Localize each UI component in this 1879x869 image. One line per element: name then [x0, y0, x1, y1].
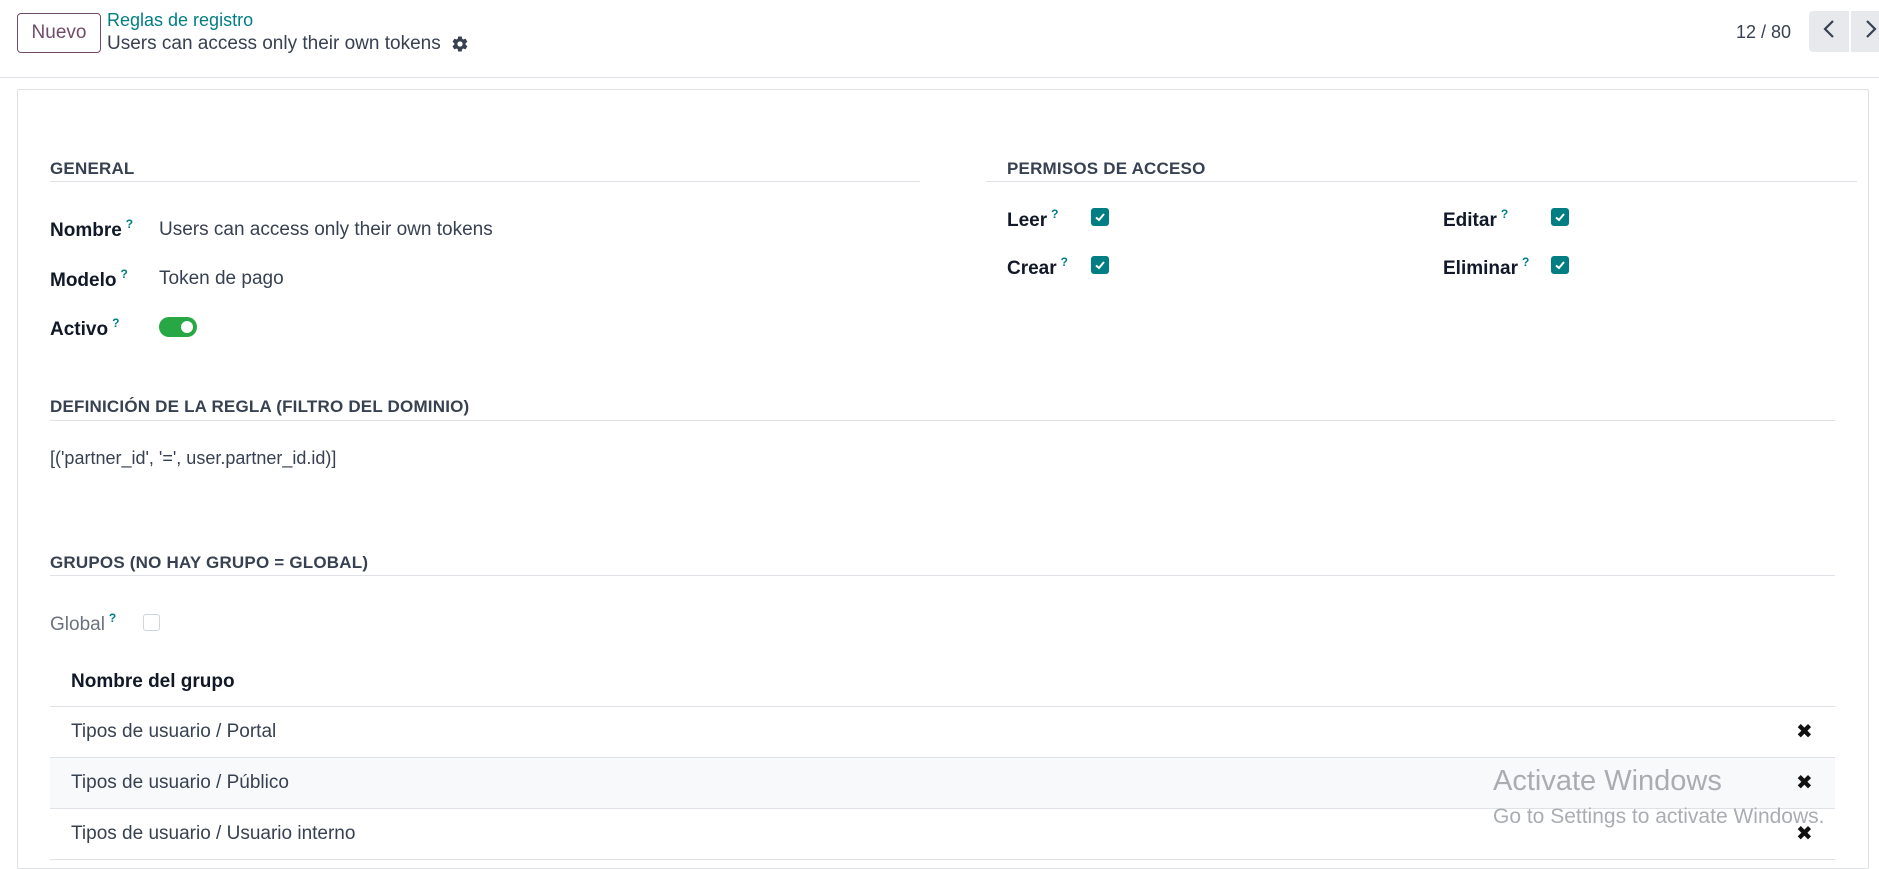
watermark-subtitle: Go to Settings to activate Windows.: [1493, 805, 1825, 828]
check-icon: [1095, 261, 1105, 270]
domain-field[interactable]: [('partner_id', '=', user.partner_id.id)…: [50, 448, 336, 469]
write-label: Editar?: [1443, 207, 1509, 231]
create-label: Crear?: [1007, 255, 1068, 279]
name-field[interactable]: Users can access only their own tokens: [159, 219, 493, 241]
read-label: Leer?: [1007, 207, 1059, 231]
help-icon[interactable]: ?: [121, 267, 128, 281]
pager-previous-button[interactable]: [1809, 11, 1849, 52]
pager-next-button[interactable]: [1851, 11, 1879, 52]
help-icon[interactable]: ?: [1501, 207, 1508, 221]
model-label: Modelo?: [50, 267, 128, 291]
table-row[interactable]: Tipos de usuario / Portal ✖: [50, 707, 1835, 758]
chevron-left-icon: [1822, 19, 1836, 44]
column-group-name[interactable]: Nombre del grupo: [71, 671, 235, 693]
section-rule-title: DEFINICIÓN DE LA REGLA (FILTRO DEL DOMIN…: [50, 397, 470, 416]
model-field[interactable]: Token de pago: [159, 268, 284, 290]
section-access-title: PERMISOS DE ACCESO: [1007, 159, 1206, 178]
create-checkbox[interactable]: [1091, 256, 1109, 274]
global-checkbox: [143, 614, 160, 631]
check-icon: [1095, 213, 1105, 222]
active-toggle[interactable]: [159, 317, 197, 337]
section-general-title: GENERAL: [50, 159, 135, 178]
help-icon[interactable]: ?: [1051, 207, 1058, 221]
unlink-label: Eliminar?: [1443, 255, 1530, 279]
group-name-cell: Tipos de usuario / Público: [71, 772, 289, 793]
name-label: Nombre?: [50, 217, 134, 241]
help-icon[interactable]: ?: [112, 316, 119, 330]
help-icon[interactable]: ?: [1522, 255, 1529, 269]
record-title: Users can access only their own tokens: [107, 33, 441, 54]
breadcrumb-current: Users can access only their own tokens: [107, 33, 469, 55]
help-icon[interactable]: ?: [109, 611, 116, 625]
help-icon[interactable]: ?: [1061, 255, 1068, 269]
section-general-divider: [50, 181, 920, 182]
section-groups-divider: [50, 575, 1835, 576]
check-icon: [1555, 213, 1565, 222]
group-name-cell: Tipos de usuario / Portal: [71, 721, 277, 742]
pager-value[interactable]: 12 / 80: [1736, 22, 1791, 43]
section-rule-divider: [50, 420, 1835, 421]
breadcrumb-parent-link[interactable]: Reglas de registro: [107, 10, 253, 31]
delete-icon[interactable]: ✖: [1796, 773, 1813, 793]
watermark-title: Activate Windows: [1493, 765, 1722, 797]
chevron-right-icon: [1864, 19, 1878, 44]
new-button[interactable]: Nuevo: [17, 13, 101, 53]
toggle-knob: [181, 321, 193, 333]
delete-icon[interactable]: ✖: [1796, 722, 1813, 742]
write-checkbox[interactable]: [1551, 208, 1569, 226]
gear-icon[interactable]: [451, 35, 469, 53]
help-icon[interactable]: ?: [126, 217, 133, 231]
section-groups-title: GRUPOS (NO HAY GRUPO = GLOBAL): [50, 553, 369, 572]
groups-table-header: Nombre del grupo: [50, 655, 1835, 707]
active-label: Activo?: [50, 316, 120, 340]
control-panel: Nuevo Reglas de registro Users can acces…: [0, 0, 1879, 78]
global-label: Global?: [50, 611, 117, 635]
section-access-divider: [986, 181, 1857, 182]
unlink-checkbox[interactable]: [1551, 256, 1569, 274]
read-checkbox[interactable]: [1091, 208, 1109, 226]
check-icon: [1555, 261, 1565, 270]
